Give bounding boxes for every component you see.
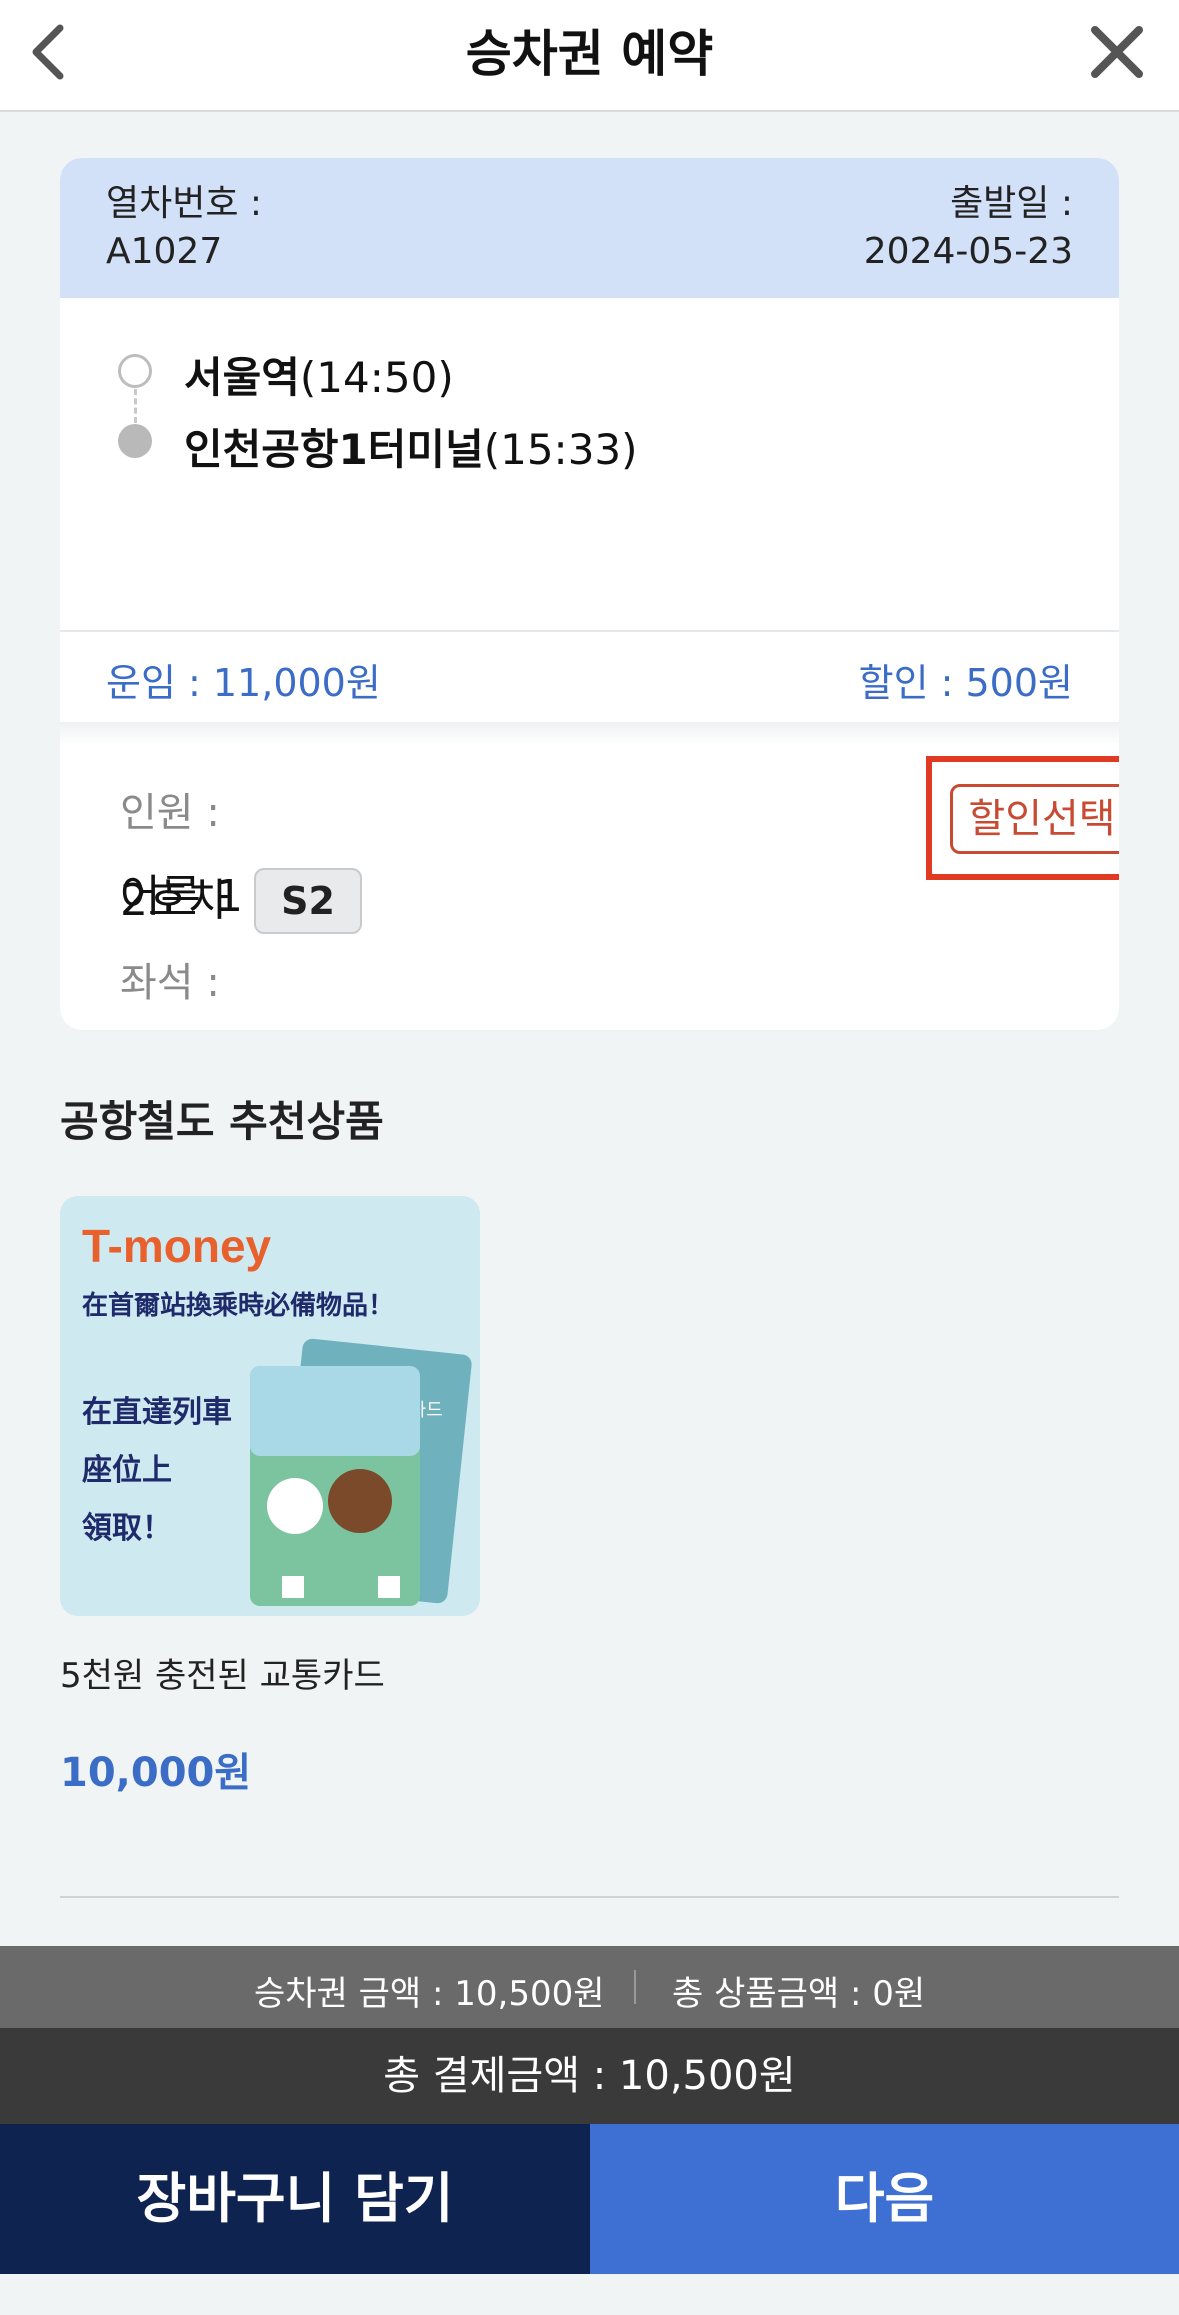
train-number-block: 열차번호 : A1027: [106, 180, 262, 276]
product-note-2: 座位上: [82, 1453, 172, 1488]
product-name[interactable]: 5천원 충전된 교통카드: [60, 1648, 385, 1697]
origin-station: 서울역: [184, 353, 300, 402]
total-amount-bar: 총 결제금액 : 10,500원: [0, 2028, 1179, 2124]
product-tagline: 在首爾站換乘時必備物品！: [82, 1290, 394, 1321]
destination-stop: 인천공항1터미널(15:33): [184, 416, 638, 477]
seat-car: 2호차: [120, 875, 229, 926]
train-number-label: 열차번호 :: [106, 183, 263, 224]
departure-date: 2024-05-23: [863, 231, 1073, 272]
departure-date-block: 출발일 : 2024-05-23: [864, 180, 1073, 276]
product-price: 10,000원: [60, 1750, 252, 1796]
seat-number-badge[interactable]: S2: [254, 868, 362, 934]
origin-time: (14:50): [299, 353, 454, 402]
train-info-header: 열차번호 : A1027 출발일 : 2024-05-23: [60, 158, 1119, 298]
product-note-3: 領取！: [82, 1511, 172, 1546]
discount-amount: 할인 : 500원: [858, 661, 1073, 705]
booking-page: 승차권 예약 열차번호 : A1027 출발일 : 2024-05-23 서울역…: [0, 0, 1179, 2315]
section-separator: [60, 722, 1119, 746]
recommend-title: 공항철도 추천상품: [60, 1097, 384, 1146]
close-icon: [1091, 26, 1143, 78]
app-header: 승차권 예약: [0, 0, 1179, 112]
train-number: A1027: [106, 231, 223, 272]
ticket-amount: 승차권 금액 : 10,500원: [254, 1974, 605, 2014]
discount-highlight: 할인선택: [926, 756, 1119, 880]
amount-summary-bar: 승차권 금액 : 10,500원 총 상품금액 : 0원: [0, 1946, 1179, 2028]
destination-dot-icon: [118, 424, 152, 458]
discount-select-button[interactable]: 할인선택: [950, 784, 1119, 854]
origin-stop: 서울역(14:50): [184, 344, 454, 405]
next-button[interactable]: 다음: [590, 2124, 1179, 2274]
origin-dot-icon: [118, 354, 152, 388]
fare-amount: 운임 : 11,000원: [106, 661, 381, 705]
route-line: [134, 389, 137, 423]
summary-separator: [634, 1970, 636, 2004]
fare-row: 운임 : 11,000원 할인 : 500원: [60, 630, 1119, 722]
page-title: 승차권 예약: [465, 25, 714, 83]
content-divider: [60, 1896, 1119, 1898]
departure-date-label: 출발일 :: [950, 183, 1073, 224]
destination-time: (15:33): [483, 425, 638, 474]
product-amount: 총 상품금액 : 0원: [672, 1974, 926, 2014]
passenger-label: 인원 :: [120, 790, 220, 836]
add-to-cart-button[interactable]: 장바구니 담기: [0, 2124, 590, 2274]
destination-station: 인천공항1터미널: [184, 425, 484, 474]
close-button[interactable]: [1077, 12, 1157, 92]
ticket-card: 열차번호 : A1027 출발일 : 2024-05-23 서울역(14:50)…: [60, 158, 1119, 1030]
product-image[interactable]: T-money 在首爾站換乘時必備物品！ 在直達列車 座位上 領取！ 티머니카드: [60, 1196, 480, 1616]
tmoney-card-illustration: T-money 在首爾站換乘時必備物品！ 在直達列車 座位上 領取！ 티머니카드: [60, 1196, 480, 1616]
product-note-1: 在直達列車: [82, 1395, 232, 1430]
seat-label: 좌석 :: [120, 960, 220, 1006]
product-brand: T-money: [82, 1220, 272, 1272]
